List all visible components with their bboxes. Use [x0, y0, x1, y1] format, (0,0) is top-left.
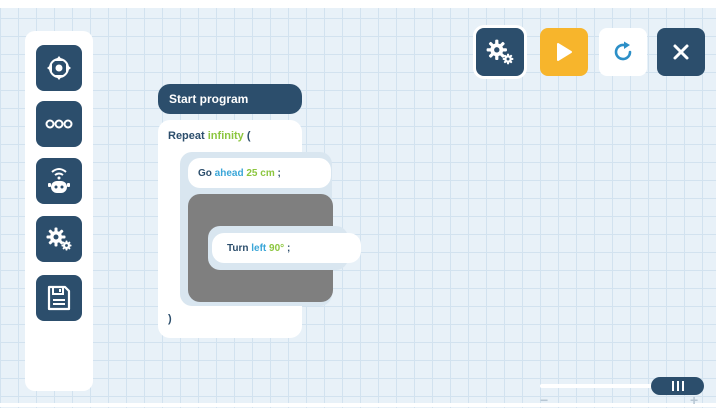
turn-left-block[interactable]: Turn left 90° ;: [212, 233, 361, 263]
go-distance[interactable]: 25 cm: [246, 168, 274, 179]
top-frame: [0, 0, 716, 8]
more-button[interactable]: [36, 101, 82, 147]
turn-direction[interactable]: left: [251, 243, 266, 254]
close-button[interactable]: [657, 28, 705, 76]
bottom-frame: [0, 403, 716, 407]
repeat-open-brace: (: [246, 130, 251, 142]
turn-angle[interactable]: 90°: [269, 243, 284, 254]
grip-line: [671, 381, 674, 391]
zoom-track[interactable]: [540, 384, 654, 388]
repeat-header: Repeat infinity (: [168, 126, 251, 146]
save-button[interactable]: [36, 275, 82, 321]
start-program-label: Start program: [169, 92, 249, 106]
zoom-out-label[interactable]: −: [540, 393, 548, 407]
play-button[interactable]: [540, 28, 588, 76]
settings-button[interactable]: [36, 216, 82, 262]
zoom-in-label[interactable]: +: [690, 393, 698, 407]
play-icon: [557, 43, 572, 61]
robot-icon: [48, 168, 70, 193]
grip-line: [681, 381, 684, 391]
go-end: ;: [277, 167, 281, 179]
ellipsis-icon: [45, 119, 73, 129]
dpad-button[interactable]: [36, 45, 82, 91]
repeat-close-brace: ): [168, 313, 172, 325]
turn-end: ;: [286, 242, 291, 254]
sidebar: [25, 31, 93, 391]
dpad-icon: [47, 56, 71, 80]
repeat-value[interactable]: infinity: [208, 130, 244, 142]
reset-icon: [614, 41, 632, 61]
reset-button[interactable]: [599, 28, 647, 76]
save-icon: [47, 285, 71, 311]
repeat-keyword: Repeat: [168, 130, 205, 142]
gears-icon: [486, 39, 514, 65]
turn-keyword: Turn: [227, 242, 249, 254]
gears-icon: [46, 227, 72, 251]
toolbar-settings-button[interactable]: [476, 28, 524, 76]
go-ahead-block[interactable]: Go ahead 25 cm ;: [188, 158, 331, 188]
close-icon: [673, 44, 689, 60]
start-program-block[interactable]: Start program: [158, 84, 302, 114]
grip-line: [676, 381, 679, 391]
go-direction[interactable]: ahead: [215, 168, 244, 179]
robot-button[interactable]: [36, 158, 82, 204]
go-keyword: Go: [198, 167, 212, 179]
